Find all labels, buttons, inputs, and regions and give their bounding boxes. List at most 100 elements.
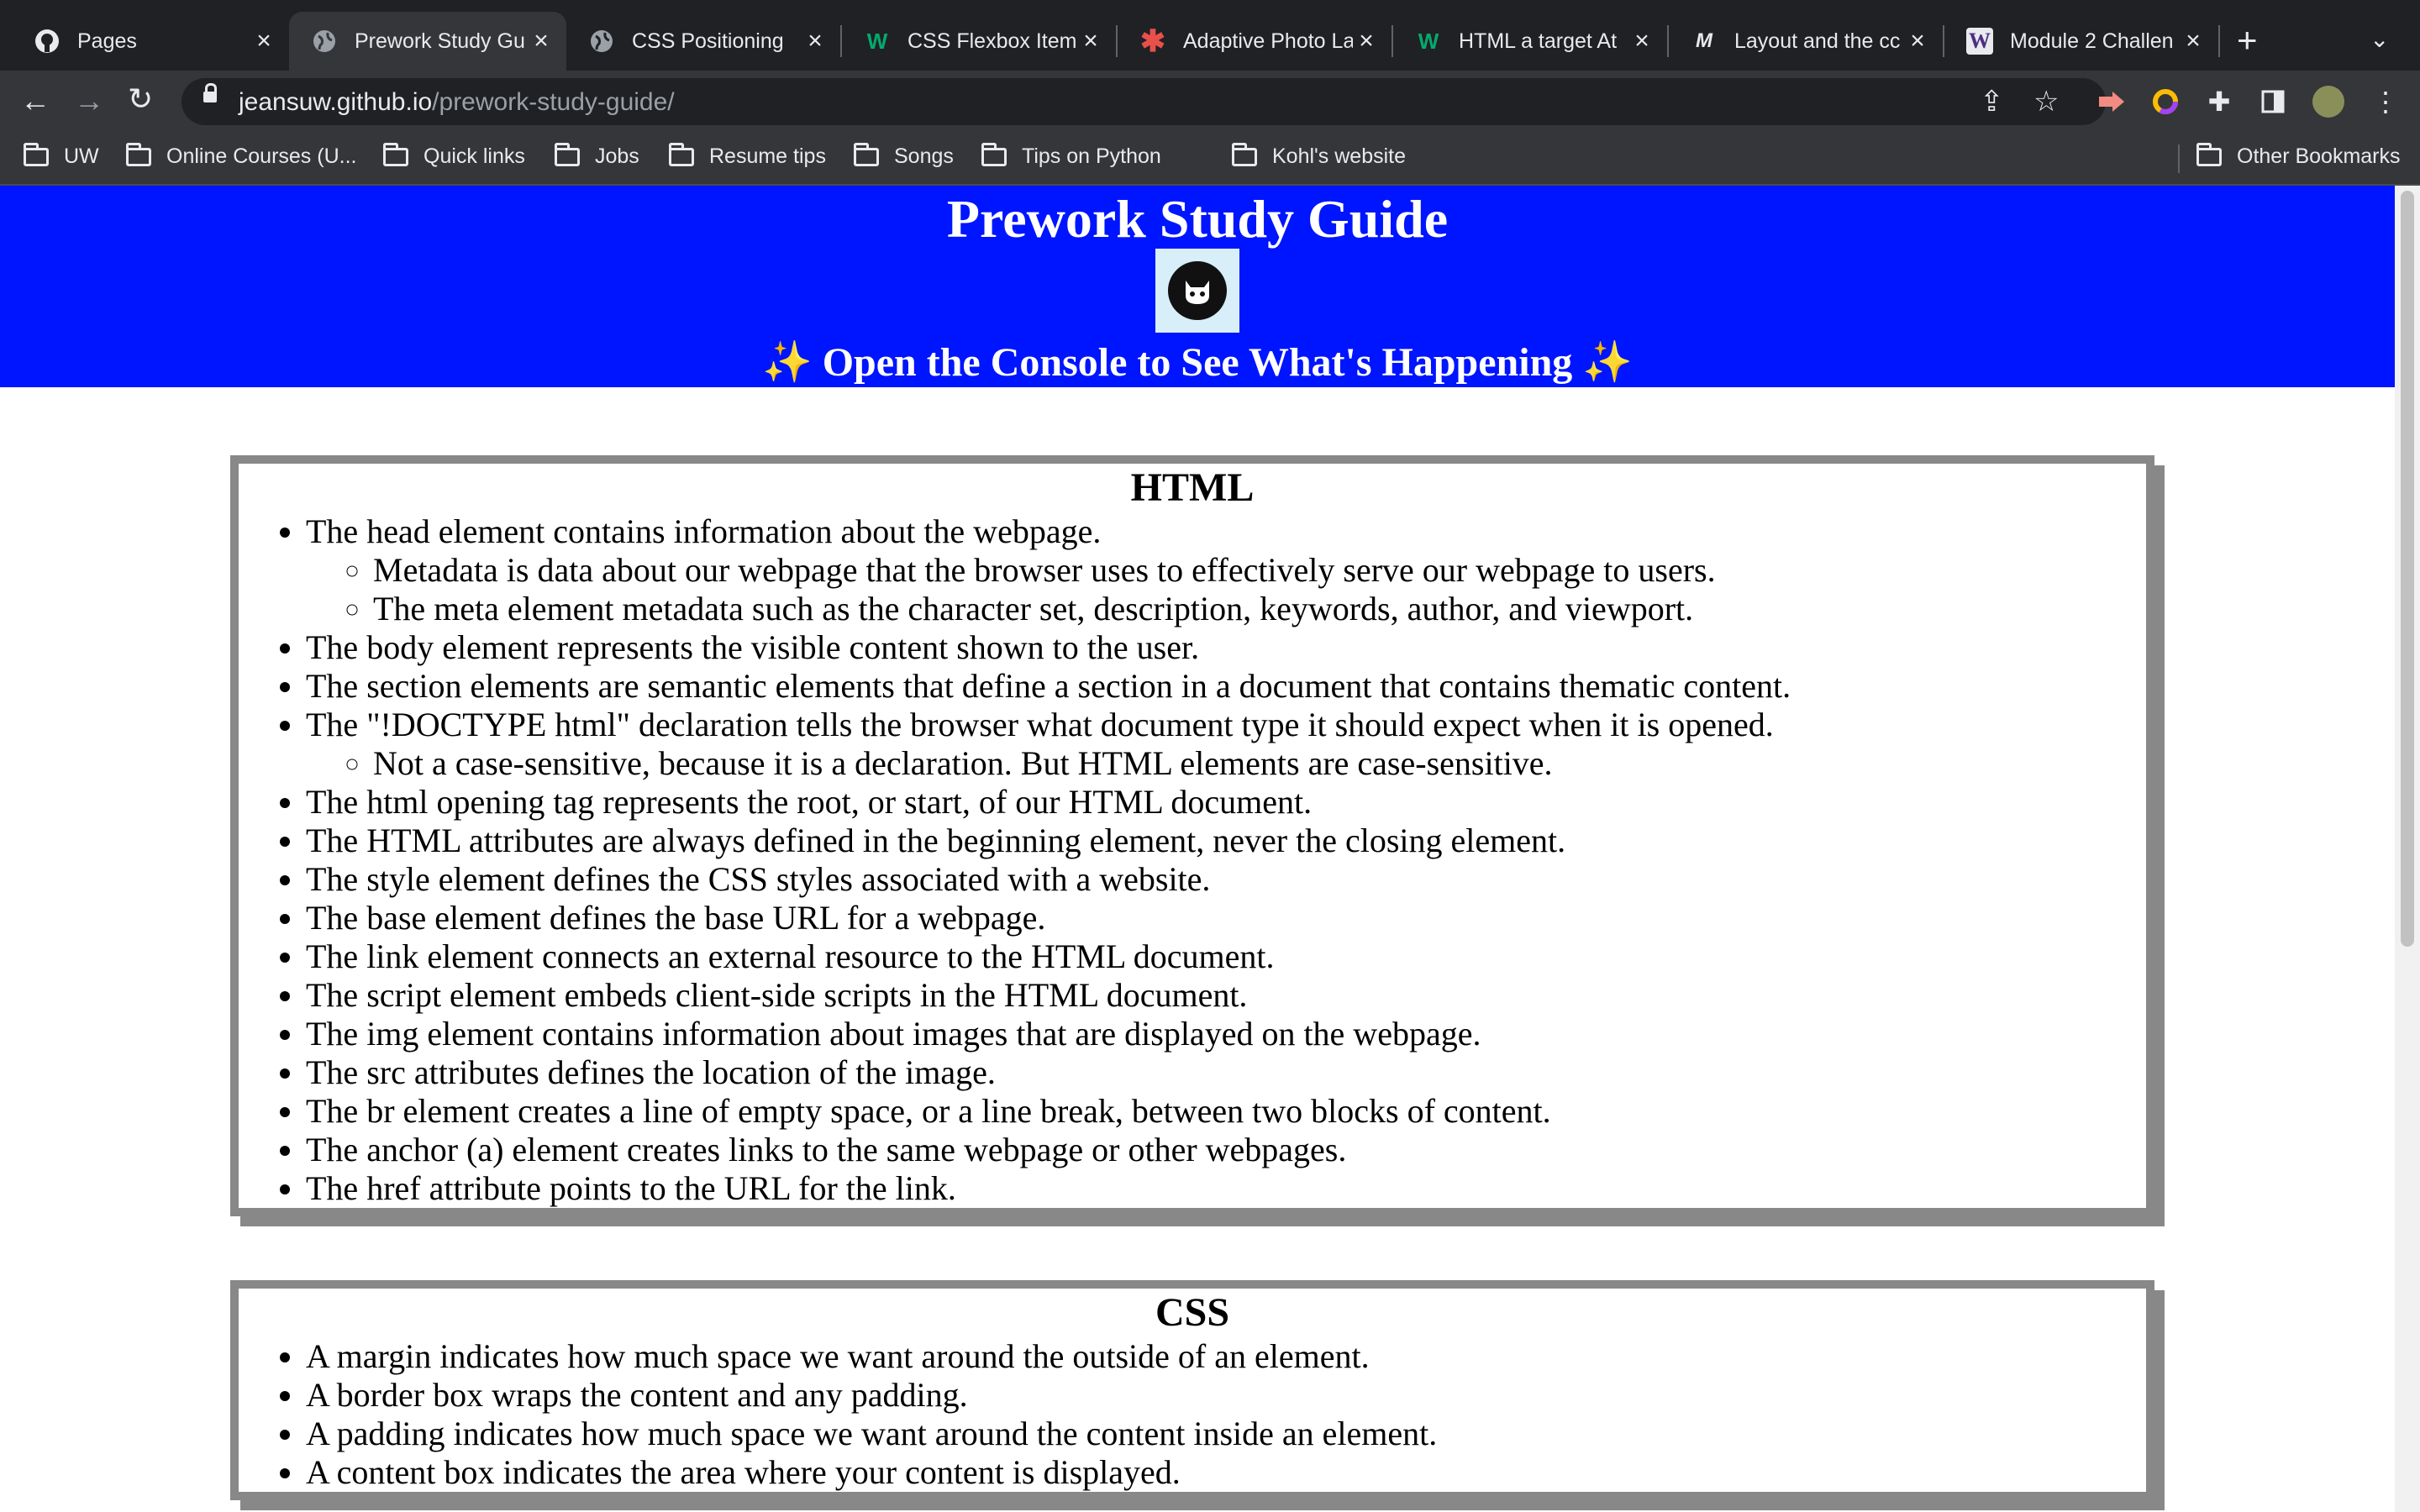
bookmark-folder[interactable]: Songs [854, 142, 954, 169]
tab-label: HTML a target At [1459, 29, 1618, 53]
cat-logo-icon [1168, 261, 1227, 320]
tab-prework-study-guide[interactable]: Prework Study Gu × [289, 12, 566, 71]
tab-label: Pages [77, 29, 137, 53]
list-item: The link element connects an external re… [306, 937, 2146, 976]
close-icon[interactable]: × [802, 27, 829, 55]
list-item-text: The href attribute points to the URL for… [306, 1169, 956, 1207]
close-icon[interactable]: × [1077, 27, 1104, 55]
bookmark-folder[interactable]: Quick links [383, 142, 525, 169]
browser-chrome: Pages × Prework Study Gu × CSS Positioni… [0, 0, 2420, 186]
list-item: The img element contains information abo… [306, 1015, 2146, 1053]
list-item-text: The src attributes defines the location … [306, 1053, 996, 1091]
list-item: A border box wraps the content and any p… [306, 1376, 2146, 1415]
list-item-text: The script element embeds client-side sc… [306, 976, 1248, 1014]
list-item: The head element contains information ab… [306, 512, 2146, 628]
extension-ring-icon[interactable] [2149, 86, 2181, 118]
page-header: Prework Study Guide ✨ Open the Console t… [0, 186, 2395, 387]
page-title: Prework Study Guide [946, 189, 1449, 249]
folder-icon [24, 142, 49, 166]
folder-icon [1232, 142, 1257, 166]
list-item: The br element creates a line of empty s… [306, 1092, 2146, 1131]
list-item: The src attributes defines the location … [306, 1053, 2146, 1092]
tab-adaptive-photo[interactable]: ✱ Adaptive Photo La × [1118, 12, 1392, 71]
side-panel-icon[interactable] [2257, 86, 2289, 118]
section-css: CSS A margin indicates how much space we… [230, 1280, 2154, 1500]
tab-pages[interactable]: Pages × [12, 12, 289, 71]
bookmark-folder[interactable]: Kohl's website [1232, 142, 1406, 169]
close-icon[interactable]: × [1628, 27, 1655, 55]
close-icon[interactable]: × [250, 27, 277, 55]
list-item-text: The base element defines the base URL fo… [306, 899, 1046, 937]
list-item: The base element defines the base URL fo… [306, 899, 2146, 937]
list-item: A margin indicates how much space we wan… [306, 1337, 2146, 1376]
bookmark-folder[interactable]: Resume tips [669, 142, 826, 169]
list-item-text: The body element represents the visible … [306, 628, 1200, 666]
m-icon: M [1696, 29, 1712, 52]
tab-module-2[interactable]: W Module 2 Challen × [1944, 12, 2218, 71]
bookmarks-separator [2178, 144, 2180, 173]
menu-icon[interactable]: ⋮ [2370, 86, 2402, 118]
list-item-text: The head element contains information ab… [306, 512, 1102, 550]
tab-css-positioning[interactable]: CSS Positioning × [566, 12, 840, 71]
tab-html-a-target[interactable]: W HTML a target At × [1393, 12, 1667, 71]
github-icon [34, 28, 60, 55]
extension-arrow-icon[interactable] [2096, 86, 2128, 118]
tab-css-flexbox[interactable]: W CSS Flexbox Item × [842, 12, 1116, 71]
forward-icon[interactable]: → [74, 84, 104, 118]
extensions-puzzle-icon[interactable]: ✚ [2203, 86, 2235, 118]
close-icon[interactable]: × [2180, 27, 2207, 55]
list-item: The section elements are semantic elemen… [306, 667, 2146, 706]
back-icon[interactable]: ← [20, 84, 50, 118]
scrollbar[interactable] [2395, 186, 2420, 1512]
folder-icon [2196, 142, 2222, 166]
share-icon[interactable]: ⇪ [1980, 85, 2004, 118]
tab-label: CSS Flexbox Item [908, 29, 1077, 53]
scrollbar-thumb[interactable] [2401, 191, 2414, 947]
tab-label: Adaptive Photo La [1183, 29, 1353, 53]
list-item: The body element represents the visible … [306, 628, 2146, 667]
close-icon[interactable]: × [1904, 27, 1931, 55]
list-item-text: The br element creates a line of empty s… [306, 1092, 1551, 1130]
list-item-text: A padding indicates how much space we wa… [306, 1415, 1438, 1452]
list-item-text: The section elements are semantic elemen… [306, 667, 1791, 705]
list-item: The html opening tag represents the root… [306, 783, 2146, 822]
w3-icon: W [1418, 28, 1439, 54]
page-subtitle: ✨ Open the Console to See What's Happeni… [761, 340, 1634, 385]
list-item-text: The anchor (a) element creates links to … [306, 1131, 1347, 1168]
tab-label: CSS Positioning [632, 29, 784, 53]
tab-layout[interactable]: M Layout and the cc × [1669, 12, 1943, 71]
list-item: A content box indicates the area where y… [306, 1453, 2146, 1492]
close-icon[interactable]: × [1353, 27, 1380, 55]
section-list: A margin indicates how much space we wan… [239, 1337, 2146, 1492]
section-list: The head element contains information ab… [239, 512, 2146, 1208]
list-item-text: A border box wraps the content and any p… [306, 1376, 968, 1414]
bookmark-star-icon[interactable]: ☆ [2033, 85, 2059, 118]
bookmarks-bar: UW Online Courses (U... Quick links Jobs… [0, 134, 2420, 181]
bookmark-folder[interactable]: Online Courses (U... [126, 142, 356, 169]
section-html: HTML The head element contains informati… [230, 455, 2154, 1216]
profile-avatar[interactable] [2312, 86, 2344, 118]
reload-icon[interactable]: ↻ [128, 82, 153, 116]
list-item: The script element embeds client-side sc… [306, 976, 2146, 1015]
close-icon[interactable]: × [528, 27, 555, 55]
tab-search-icon[interactable]: ⌄ [2370, 25, 2389, 53]
bookmark-folder[interactable]: UW [24, 142, 99, 169]
globe-icon [311, 28, 338, 55]
tab-separator [2218, 25, 2220, 57]
other-bookmarks[interactable]: Other Bookmarks [2196, 142, 2401, 169]
folder-icon [126, 142, 151, 166]
w-icon: W [1966, 28, 1993, 55]
bookmark-folder[interactable]: Tips on Python [981, 142, 1161, 169]
list-item-text: The HTML attributes are always defined i… [306, 822, 1566, 859]
folder-icon [383, 142, 408, 166]
list-item-text: The "!DOCTYPE html" declaration tells th… [306, 706, 1774, 743]
bookmark-folder[interactable]: Jobs [555, 142, 639, 169]
new-tab-button[interactable]: + [2237, 22, 2258, 59]
list-item: The style element defines the CSS styles… [306, 860, 2146, 899]
list-item: The href attribute points to the URL for… [306, 1169, 2146, 1208]
list-item-text: The style element defines the CSS styles… [306, 860, 1211, 898]
list-item: The HTML attributes are always defined i… [306, 822, 2146, 860]
folder-icon [981, 142, 1007, 166]
page-viewport: Prework Study Guide ✨ Open the Console t… [0, 186, 2395, 1512]
address-bar[interactable]: jeansuw.github.io/prework-study-guide/ ⇪… [182, 78, 2106, 125]
